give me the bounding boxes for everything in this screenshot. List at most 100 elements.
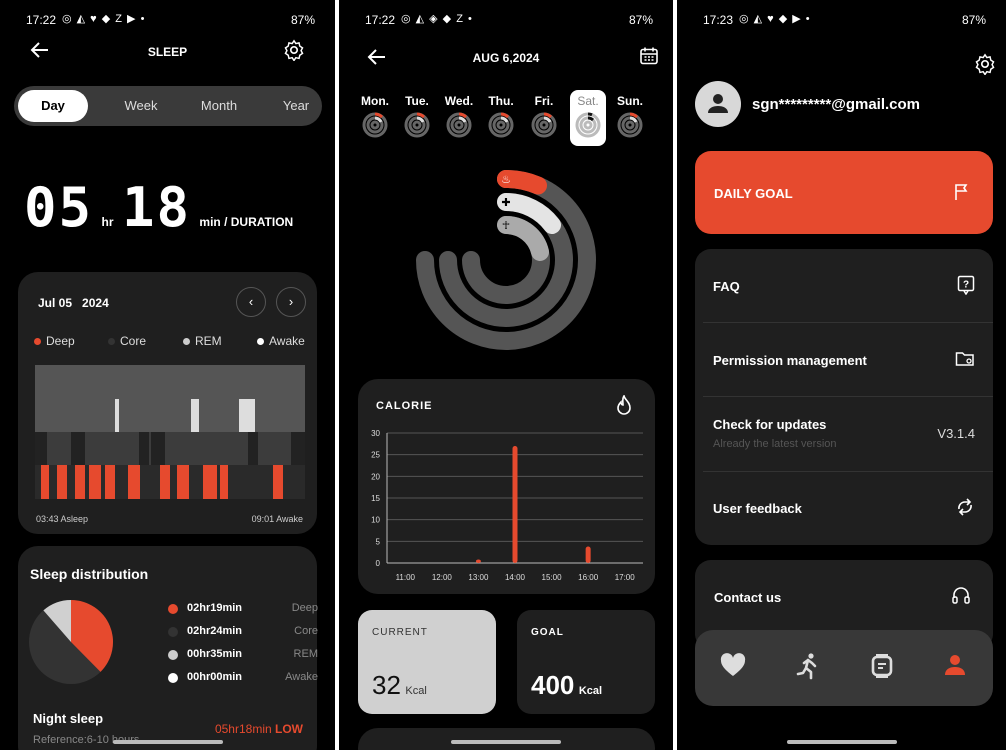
user-feedback-item[interactable]: User feedback [713, 498, 975, 516]
faq-item[interactable]: FAQ ? [713, 275, 975, 296]
flag-icon [954, 183, 970, 206]
status-time: 17:23 [703, 13, 734, 27]
day-fri[interactable]: Fri. [526, 94, 562, 143]
calorie-bar [475, 559, 481, 563]
headset-icon [951, 586, 971, 611]
day-sat[interactable]: Sat. [570, 90, 606, 146]
legend-awake: Awake [257, 334, 305, 348]
chart-date-day: Jul 05 [38, 296, 73, 310]
x-tick-label: 16:00 [578, 573, 599, 582]
night-sleep-summary: 05hr18min LOW [215, 722, 303, 736]
notification-icons: ◎ ◭ ♥ ◆ Z ▶ • [62, 13, 146, 25]
current-unit: Kcal [405, 685, 427, 697]
current-value: 32 [372, 670, 401, 700]
y-tick-label: 25 [371, 451, 380, 460]
next-card [358, 728, 655, 750]
sleep-stage-bar [57, 465, 67, 499]
mini-rings-icon [617, 112, 643, 138]
status-time: 17:22 [26, 13, 57, 27]
day-label: Fri. [534, 94, 554, 108]
status-bar: 17:22 ◎ ◭ ♥ ◆ Z ▶ • 87% [0, 13, 335, 27]
daily-goal-label: DAILY GOAL [714, 186, 793, 201]
day-label: Thu. [488, 94, 514, 108]
sleep-stage-bar [35, 432, 47, 465]
activity-screen: 17:22 ◎ ◭ ◈ ◆ Z • 87% AUG 6,2024 Mon. Tue… [339, 0, 673, 750]
night-sleep-title: Night sleep [33, 711, 104, 726]
next-day-button[interactable]: › [276, 287, 306, 317]
updates-subtext: Already the latest version [713, 438, 837, 450]
x-tick-label: 13:00 [468, 573, 489, 582]
contact-label: Contact us [714, 590, 782, 605]
home-indicator[interactable] [113, 740, 223, 744]
sleep-stage-bar [220, 465, 228, 499]
day-sun[interactable]: Sun. [612, 94, 648, 143]
day-wed[interactable]: Wed. [441, 94, 477, 143]
profile-screen: 17:23 ◎ ◭ ♥ ◆ ▶ • 87% sgn*********@gmail… [677, 0, 1006, 750]
gear-icon[interactable] [974, 53, 996, 75]
daily-goal-button[interactable]: DAILY GOAL [695, 151, 993, 234]
check-updates-item[interactable]: Check for updates Already the latest ver… [713, 417, 975, 450]
goal-value: 400 [531, 670, 575, 700]
sleep-chart-card: Jul 05 2024 ‹ › Deep Core REM Awake 03:4… [18, 272, 317, 534]
sleep-stage-bar [105, 465, 115, 499]
goal-calorie-tile[interactable]: GOAL 400 Kcal [517, 610, 655, 714]
sleep-stage-bar [151, 432, 165, 465]
day-mon[interactable]: Mon. [357, 94, 393, 143]
mini-rings-icon [362, 112, 388, 138]
x-tick-label: 12:00 [432, 573, 453, 582]
night-sleep-value: 05hr18min [214, 722, 272, 736]
refresh-feedback-icon [955, 497, 975, 520]
permission-management-item[interactable]: Permission management [713, 350, 975, 371]
sleep-stage-bar [115, 399, 119, 432]
prev-day-button[interactable]: ‹ [236, 287, 266, 317]
avatar[interactable] [695, 81, 741, 127]
day-label: Tue. [405, 94, 429, 108]
sleep-stage-bar [191, 399, 199, 432]
status-bar: 17:23 ◎ ◭ ♥ ◆ ▶ • 87% [677, 13, 1006, 27]
gear-icon[interactable] [283, 39, 305, 61]
current-calorie-tile[interactable]: CURRENT 32 Kcal [358, 610, 496, 714]
legend-core: Core [108, 334, 146, 348]
faq-label: FAQ [713, 279, 740, 294]
day-tue[interactable]: Tue. [399, 94, 435, 143]
running-person-icon[interactable] [795, 652, 825, 682]
calorie-bar [512, 446, 518, 563]
sleep-stage-chart [35, 365, 305, 499]
home-indicator[interactable] [451, 740, 561, 744]
calendar-icon[interactable] [639, 46, 659, 71]
calorie-bar-chart: 0 5 10 15 20 25 30 11:00 12:00 13:00 14:00 15:00 16:… [371, 429, 643, 582]
mini-rings-icon [531, 112, 557, 138]
tab-day[interactable]: Day [18, 90, 88, 122]
app-version: V3.1.4 [937, 426, 975, 441]
watch-icon[interactable] [869, 652, 899, 682]
y-tick-label: 30 [371, 429, 380, 438]
sleep-stage-bar [71, 432, 85, 465]
person-icon [708, 94, 728, 113]
tab-year[interactable]: Year [261, 86, 331, 126]
folder-settings-icon [955, 350, 975, 371]
goal-label: GOAL [531, 627, 564, 638]
period-segmented-control: Day Week Month Year [14, 86, 322, 126]
calorie-title: CALORIE [376, 400, 433, 412]
tab-week[interactable]: Week [106, 86, 176, 126]
heart-icon[interactable] [719, 652, 749, 682]
activity-date: AUG 6,2024 [472, 51, 540, 65]
svg-text:?: ? [963, 280, 969, 291]
chart-date-year: 2024 [82, 296, 109, 310]
sleep-stage-bar [139, 432, 149, 465]
current-label: CURRENT [372, 627, 428, 638]
status-battery: 87% [628, 13, 653, 27]
profile-person-icon[interactable] [942, 652, 972, 682]
sleep-stage-bar [160, 465, 170, 499]
x-tick-label: 11:00 [396, 573, 416, 582]
day-label: Sat. [577, 94, 599, 108]
flame-icon [614, 394, 634, 422]
home-indicator[interactable] [787, 740, 897, 744]
sleep-distribution-card: Sleep distribution 02hr19min Deep 02hr24m… [18, 546, 318, 750]
mini-rings-icon [575, 112, 601, 138]
distribution-title: Sleep distribution [30, 566, 149, 582]
tab-month[interactable]: Month [184, 86, 254, 126]
awake-time: 09:01 Awake [251, 514, 303, 524]
day-thu[interactable]: Thu. [483, 94, 519, 143]
sleep-stage-bar [239, 399, 255, 432]
